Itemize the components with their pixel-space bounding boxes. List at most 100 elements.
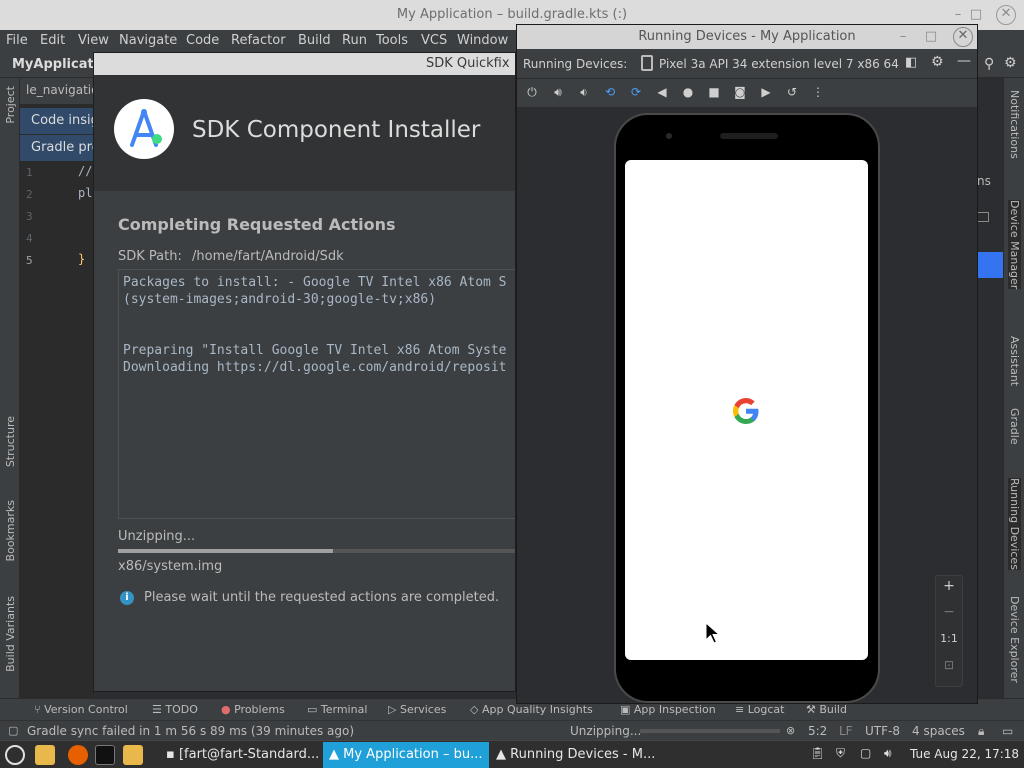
menu-navigate[interactable]: Navigate	[119, 33, 177, 48]
reset-icon[interactable]: ↺	[785, 85, 799, 99]
rd-close-button[interactable]: ✕	[953, 27, 973, 47]
terminal-icon[interactable]	[95, 745, 115, 765]
tool-tab-bookmarks[interactable]: Bookmarks	[4, 500, 17, 561]
lock-icon[interactable]: 🔒︎	[978, 724, 984, 739]
camera-icon[interactable]: ◙	[733, 85, 747, 99]
menu-view[interactable]: View	[78, 33, 109, 48]
phone-icon	[641, 55, 653, 71]
tool-tab-device-explorer[interactable]: Device Explorer	[1008, 596, 1021, 683]
shield-icon[interactable]: ⛨	[836, 746, 845, 761]
menu-file[interactable]: File	[6, 33, 28, 48]
clock[interactable]: Tue Aug 22, 17:18	[910, 747, 1019, 761]
cancel-progress-icon[interactable]: ⊗	[786, 724, 795, 737]
running-devices-titlebar[interactable]: Running Devices - My Application – □ ✕	[517, 25, 977, 49]
back-icon[interactable]: ◀	[655, 85, 669, 99]
tool-tab-device-manager[interactable]: Device Manager	[1008, 200, 1021, 290]
device-screen[interactable]	[625, 160, 868, 660]
menu-edit[interactable]: Edit	[40, 33, 65, 48]
menu-build[interactable]: Build	[298, 33, 331, 48]
fit-screen-icon[interactable]: ⊡	[936, 658, 962, 672]
tool-services[interactable]: ▷ Services	[388, 703, 446, 716]
firefox-icon[interactable]	[68, 745, 88, 765]
close-button[interactable]: ✕	[996, 5, 1016, 25]
rd-maximize-button[interactable]: □	[923, 29, 939, 45]
task-terminal[interactable]: ▪ [fart@fart-Standard...	[160, 742, 322, 768]
task-running-devices[interactable]: ▲ Running Devices - M...	[490, 742, 660, 768]
rotate-right-icon[interactable]: ⟳	[629, 85, 643, 99]
tool-terminal[interactable]: ▭ Terminal	[307, 703, 367, 716]
tool-tab-build-variants[interactable]: Build Variants	[4, 596, 17, 672]
zoom-ratio-button[interactable]: 1:1	[936, 632, 962, 645]
mouse-cursor-icon	[705, 622, 721, 644]
display-icon[interactable]: ▢	[860, 746, 871, 760]
status-progress-bar	[640, 729, 780, 733]
memory-indicator-icon[interactable]: ▭	[1002, 724, 1013, 738]
file-encoding[interactable]: UTF-8	[865, 724, 900, 738]
right-tool-strip: Notifications Device Manager Assistant G…	[1003, 78, 1024, 698]
menu-refactor[interactable]: Refactor	[231, 33, 286, 48]
volume-down-icon[interactable]: 🔉︎	[577, 85, 591, 99]
rd-hide-icon[interactable]: —	[957, 53, 971, 69]
menu-tools[interactable]: Tools	[376, 33, 408, 48]
gradle-banner[interactable]: Gradle pro	[20, 135, 94, 161]
overview-icon[interactable]: ■	[707, 85, 721, 99]
device-tab[interactable]: Pixel 3a API 34 extension level 7 x86 64	[659, 57, 899, 71]
home-icon[interactable]: ●	[681, 85, 695, 99]
menu-code[interactable]: Code	[186, 33, 219, 48]
power-icon[interactable]: ⏻	[525, 85, 539, 99]
maximize-button[interactable]: □	[968, 7, 984, 23]
tool-problems[interactable]: ● Problems	[221, 703, 285, 716]
volume-icon[interactable]: 🔊︎	[884, 746, 892, 761]
minimize-button[interactable]: –	[950, 7, 966, 23]
tool-app-inspection[interactable]: ▣ App Inspection	[620, 703, 716, 716]
task-my-application[interactable]: ▲ My Application – bu...	[323, 742, 489, 768]
tool-app-quality-insights[interactable]: ◇ App Quality Insights	[470, 703, 593, 716]
layout-icon[interactable]: ◧	[905, 55, 917, 70]
tool-tab-notifications[interactable]: Notifications	[1008, 90, 1021, 159]
install-log[interactable]: Packages to install: - Google TV Intel x…	[118, 269, 515, 519]
caret-position[interactable]: 5:2	[808, 724, 827, 738]
record-icon[interactable]: ▶	[759, 85, 773, 99]
tool-tab-project[interactable]: Project	[4, 86, 17, 124]
rd-minimize-button[interactable]: –	[895, 29, 911, 45]
clipboard-icon[interactable]: 📋︎	[810, 746, 825, 760]
front-camera	[666, 133, 672, 139]
tool-tab-structure[interactable]: Structure	[4, 416, 17, 467]
rotate-left-icon[interactable]: ⟲	[603, 85, 617, 99]
tool-tab-running-devices[interactable]: Running Devices	[1008, 478, 1021, 570]
menu-run[interactable]: Run	[342, 33, 367, 48]
zoom-in-icon[interactable]: +	[936, 578, 962, 594]
install-progress-bar	[118, 549, 515, 553]
folder-icon[interactable]	[123, 745, 143, 765]
settings-icon[interactable]: ⚙	[1004, 55, 1017, 71]
tool-tab-gradle[interactable]: Gradle	[1008, 408, 1021, 445]
sdk-dialog-titlebar[interactable]: SDK Quickfix I	[94, 53, 515, 75]
tool-version-control[interactable]: ⑂ Version Control	[34, 703, 128, 716]
editor-tab[interactable]: le_navigatio	[20, 78, 98, 104]
log-line: Preparing "Install Google TV Intel x86 A…	[123, 343, 507, 358]
menu-window[interactable]: Window	[457, 33, 508, 48]
tool-build[interactable]: ⚒ Build	[806, 703, 847, 716]
mint-menu-icon[interactable]	[5, 745, 25, 765]
status-progress-label: Unzipping...	[570, 724, 642, 738]
menu-vcs[interactable]: VCS	[421, 33, 447, 48]
search-everywhere-icon[interactable]: ⚲	[984, 56, 994, 72]
code-insight-banner[interactable]: Code insig	[20, 108, 94, 134]
files-icon[interactable]	[35, 745, 55, 765]
sdk-path: SDK Path: /home/fart/Android/Sdk	[118, 249, 344, 264]
zoom-out-icon[interactable]: −	[936, 604, 962, 620]
google-g-icon	[733, 398, 759, 424]
tool-logcat[interactable]: ≡ Logcat	[735, 703, 784, 716]
indent-setting[interactable]: 4 spaces	[912, 724, 965, 738]
code-editor[interactable]: le_navigatio Code insig Gradle pro 1 2 3…	[20, 78, 98, 698]
tool-tab-assistant[interactable]: Assistant	[1008, 336, 1021, 386]
tool-todo[interactable]: ☰ TODO	[152, 703, 198, 716]
rd-settings-icon[interactable]: ⚙	[931, 54, 944, 70]
line-separator[interactable]: LF	[839, 724, 853, 738]
more-icon[interactable]: ⋮	[811, 85, 825, 99]
volume-up-icon[interactable]: 🔊︎	[551, 85, 565, 99]
ide-window-title: My Application – build.gradle.kts (:)	[396, 7, 628, 22]
status-square-icon[interactable]: ▢	[8, 724, 18, 737]
code-line: }	[78, 252, 86, 266]
status-message[interactable]: Gradle sync failed in 1 m 56 s 89 ms (39…	[27, 724, 354, 738]
